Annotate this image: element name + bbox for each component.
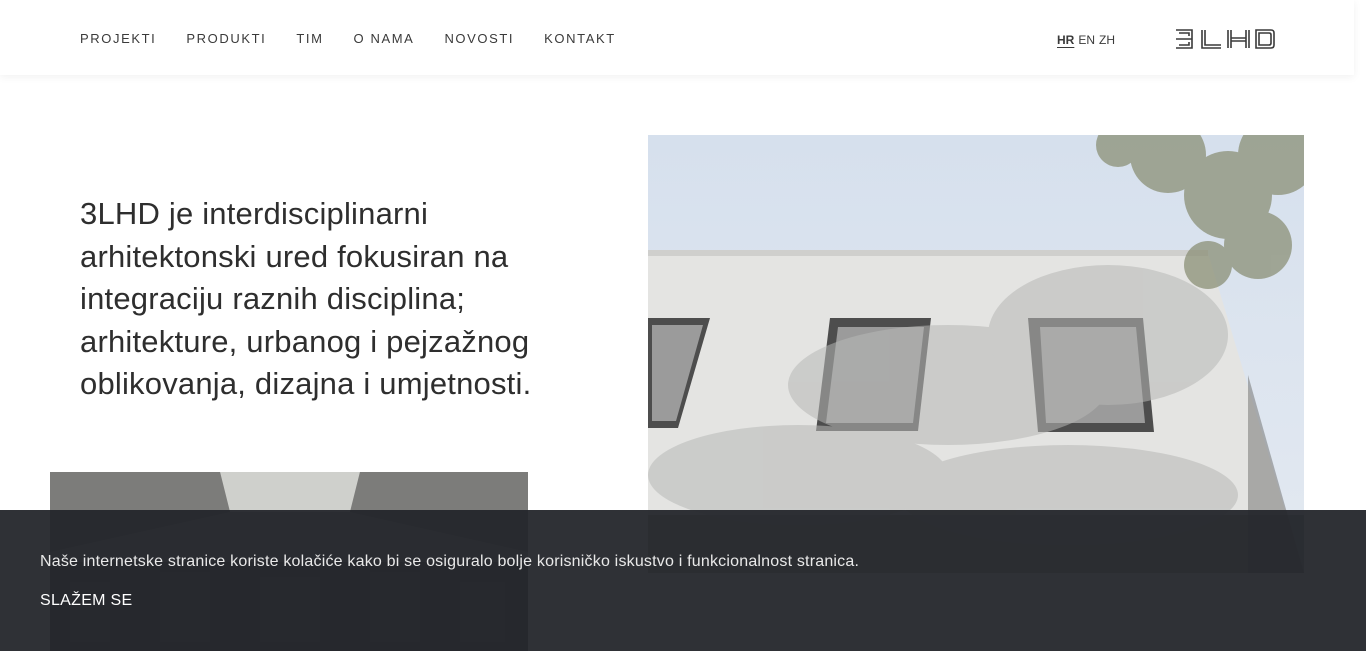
main-nav: PROJEKTI PRODUKTI TIM O NAMA NOVOSTI KON…	[80, 31, 646, 46]
cookie-accept-button[interactable]: SLAŽEM SE	[40, 592, 133, 610]
intro-text: 3LHD je interdisciplinarni arhitektonski…	[80, 196, 532, 401]
lang-en[interactable]: EN	[1078, 33, 1095, 47]
cookie-message: Naše internetske stranice koriste kolači…	[40, 553, 860, 570]
nav-item-tim[interactable]: TIM	[296, 31, 323, 46]
nav-item-projekti[interactable]: PROJEKTI	[80, 31, 156, 46]
lang-hr[interactable]: HR	[1057, 33, 1074, 47]
3lhd-logo-icon[interactable]	[1175, 28, 1275, 50]
nav-item-novosti[interactable]: NOVOSTI	[444, 31, 514, 46]
building-facade-image	[648, 135, 1304, 573]
cookie-banner: Naše internetske stranice koriste kolači…	[0, 510, 1366, 651]
site-header: PROJEKTI PRODUKTI TIM O NAMA NOVOSTI KON…	[0, 0, 1354, 75]
lang-zh[interactable]: ZH	[1099, 33, 1115, 47]
nav-item-kontakt[interactable]: KONTAKT	[544, 31, 616, 46]
nav-item-produkti[interactable]: PRODUKTI	[186, 31, 266, 46]
facade-illustration	[648, 135, 1304, 573]
language-switcher: HR EN ZH	[1057, 33, 1119, 47]
nav-item-o-nama[interactable]: O NAMA	[354, 31, 415, 46]
